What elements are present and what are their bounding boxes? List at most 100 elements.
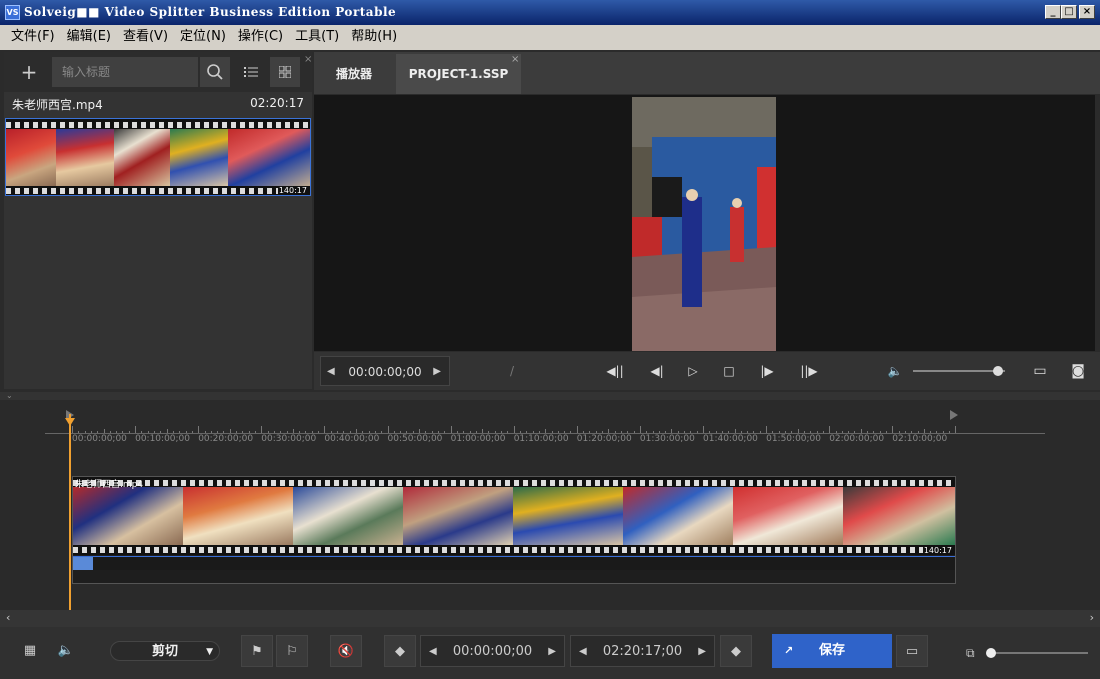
start-time-next-icon[interactable]: ▶: [548, 636, 556, 668]
folder-icon[interactable]: ▭: [1026, 352, 1054, 390]
file-thumbnail[interactable]: 140:17: [5, 118, 311, 196]
ruler-label: 00:30:00;00: [261, 434, 317, 444]
ruler-label: 00:20:00;00: [198, 434, 254, 444]
goto-start-marker-icon[interactable]: ◆: [384, 635, 416, 667]
audio-waveform: [73, 557, 93, 570]
total-time: / 02:20:17;00: [475, 364, 548, 416]
tab-close-icon[interactable]: ×: [511, 54, 519, 65]
time-prev-icon[interactable]: ◀: [327, 357, 335, 387]
timeline[interactable]: ⌄ 00:00:00;00 00:10:00;00 00:20:00;00 00:30…: [0, 392, 1100, 610]
end-time-box: ◀ 02:20:17;00 ▶: [570, 635, 715, 667]
chevron-down-icon: ▼: [206, 647, 213, 657]
set-end-marker-button[interactable]: ⚐: [276, 635, 308, 667]
grid-view-button[interactable]: [270, 57, 300, 87]
minimize-button[interactable]: _: [1045, 5, 1061, 19]
menu-navigate[interactable]: 定位(N): [174, 25, 232, 50]
maximize-button[interactable]: □: [1061, 5, 1077, 19]
list-icon: [244, 67, 258, 77]
end-time-prev-icon[interactable]: ◀: [579, 636, 587, 668]
search-input[interactable]: [52, 57, 198, 87]
audio-toggle-icon[interactable]: 🔈: [50, 635, 82, 667]
ruler-label: 01:20:00;00: [576, 434, 632, 444]
clip-track[interactable]: 朱老师西宫.mp4 140:17: [72, 476, 956, 584]
ruler-baseline: [45, 433, 1045, 434]
volume-slider[interactable]: [913, 366, 1005, 376]
next-frame-icon[interactable]: |▶: [758, 352, 776, 390]
timeline-ruler[interactable]: 00:00:00;00 00:10:00;00 00:20:00;00 00:30:0…: [45, 412, 1045, 444]
window-title: Solveig■■ Video Splitter Business Editio…: [24, 5, 397, 19]
end-time[interactable]: 02:20:17;00: [603, 644, 682, 659]
zoom-slider[interactable]: [986, 648, 1088, 658]
mode-select[interactable]: 剪切 ▼: [110, 641, 220, 661]
zoom-slider-knob[interactable]: [986, 648, 996, 658]
ruler-label: 01:40:00;00: [703, 434, 758, 444]
search-icon: [207, 64, 223, 80]
ruler-label: 00:50:00;00: [387, 434, 443, 444]
tab-project[interactable]: PROJECT-1.SSP: [396, 54, 521, 94]
tab-player[interactable]: 播放器: [314, 54, 394, 94]
file-duration: 02:20:17: [250, 96, 304, 110]
ruler-label: 01:30:00;00: [639, 434, 695, 444]
video-player[interactable]: [314, 95, 1095, 351]
prev-keyframe-icon[interactable]: ◀||: [606, 352, 624, 390]
title-bar: VS Solveig■■ Video Splitter Business Edi…: [0, 0, 1100, 25]
ruler-label: 01:10:00;00: [513, 434, 569, 444]
video-frame: [632, 97, 776, 351]
ruler-label: 00:00:00;00: [72, 434, 127, 444]
grid-icon: [278, 65, 292, 79]
add-file-button[interactable]: +: [14, 57, 44, 87]
ruler-label: 02:00:00;00: [829, 434, 885, 444]
ruler-label: 00:10:00;00: [135, 434, 190, 444]
zoom-icon: ⧉: [966, 646, 975, 660]
list-view-button[interactable]: [236, 57, 266, 87]
next-keyframe-icon[interactable]: ||▶: [798, 352, 820, 390]
audio-track[interactable]: [73, 556, 955, 570]
menu-edit[interactable]: 编辑(E): [61, 25, 117, 50]
scroll-right-icon[interactable]: ›: [1090, 611, 1094, 624]
thumbnail-duration-tag: 140:17: [277, 186, 308, 195]
search-button[interactable]: [200, 57, 230, 87]
start-time[interactable]: 00:00:00;00: [453, 644, 532, 659]
save-icon: ↗: [784, 644, 794, 657]
menu-view[interactable]: 查看(V): [117, 25, 174, 50]
end-time-next-icon[interactable]: ▶: [698, 636, 706, 668]
ruler-label: 01:00:00;00: [450, 434, 506, 444]
menu-action[interactable]: 操作(C): [232, 25, 289, 50]
player-controls: ◀ 00:00:00;00 ▶ / 02:20:17;00 ◀|| ◀| ▷ □…: [314, 352, 1100, 416]
filmstrip-view-icon[interactable]: ▦: [14, 635, 46, 667]
menu-file[interactable]: 文件(F): [5, 25, 61, 50]
close-button[interactable]: ×: [1079, 5, 1095, 19]
menu-tools[interactable]: 工具(T): [289, 25, 345, 50]
scroll-left-icon[interactable]: ‹: [6, 611, 10, 624]
output-folder-icon[interactable]: ▭: [896, 635, 928, 667]
save-button[interactable]: ↗ 保存: [772, 634, 892, 668]
menu-help[interactable]: 帮助(H): [345, 25, 403, 50]
menu-bar: 文件(F) 编辑(E) 查看(V) 定位(N) 操作(C) 工具(T) 帮助(H): [0, 25, 1100, 50]
horizontal-scrollbar[interactable]: ‹ ›: [0, 610, 1100, 627]
volume-slider-knob[interactable]: [992, 366, 1003, 376]
ruler-label: 00:40:00;00: [324, 434, 380, 444]
timeline-collapse-icon[interactable]: ⌄: [0, 392, 1100, 400]
panel-close-icon[interactable]: ×: [304, 54, 312, 65]
clip-duration-tag: 140:17: [922, 546, 953, 555]
time-next-icon[interactable]: ▶: [433, 357, 441, 387]
stop-icon[interactable]: □: [720, 352, 738, 390]
play-icon[interactable]: ▷: [684, 352, 702, 390]
bottom-toolbar: ▦ 🔈 剪切 ▼ ⚑ ⚐ 🔇 ◆ ◀ 00:00:00;00 ▶ ◀ 02:20…: [0, 627, 1100, 679]
start-time-prev-icon[interactable]: ◀: [429, 636, 437, 668]
current-time-box: ◀ 00:00:00;00 ▶: [320, 356, 450, 386]
mode-select-value: 剪切: [151, 644, 178, 659]
volume-icon[interactable]: 🔈: [884, 352, 906, 390]
snapshot-camera-icon[interactable]: ◙: [1064, 352, 1092, 390]
file-name: 朱老师西宫.mp4: [12, 98, 103, 112]
start-time-box: ◀ 00:00:00;00 ▶: [420, 635, 565, 667]
mute-icon[interactable]: 🔇: [330, 635, 362, 667]
clip-filmstrip[interactable]: [73, 477, 955, 555]
set-start-marker-button[interactable]: ⚑: [241, 635, 273, 667]
library-toolbar: + ×: [4, 52, 312, 92]
current-time[interactable]: 00:00:00;00: [348, 365, 421, 379]
goto-end-marker-icon[interactable]: ◆: [720, 635, 752, 667]
prev-frame-icon[interactable]: ◀|: [648, 352, 666, 390]
playhead[interactable]: [69, 414, 71, 610]
media-library-panel: + × 朱老师西宫.mp4 02:20:17 140:17: [4, 52, 312, 389]
